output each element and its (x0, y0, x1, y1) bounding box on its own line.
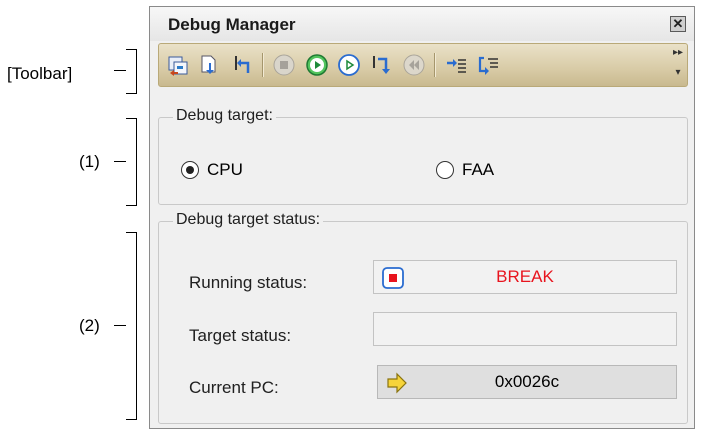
running-status-label: Running status: (189, 273, 308, 292)
section1-callout: (1) (79, 152, 100, 171)
toolbar-overflow-icon[interactable]: ▸▸ ▾ (673, 48, 683, 82)
radio-faa-label: FAA (462, 160, 495, 179)
toolbar: ▸▸ ▾ (158, 43, 688, 87)
trace-return-icon[interactable] (475, 52, 501, 78)
panel-title: Debug Manager (168, 15, 296, 34)
radio-faa-circle[interactable] (436, 161, 454, 179)
toolbar-bracket-tick (114, 70, 126, 71)
debug-status-title: Debug target status: (173, 211, 324, 229)
trace-icon[interactable] (443, 52, 469, 78)
step-in-icon[interactable] (197, 52, 223, 78)
target-status-label: Target status: (189, 326, 292, 345)
radio-cpu-circle[interactable] (181, 161, 199, 179)
radio-faa[interactable]: FAA (436, 160, 494, 180)
radio-selected-dot (186, 166, 194, 174)
current-pc-value: 0x0026c (494, 372, 560, 391)
section1-bracket-tick (114, 161, 126, 162)
toolbar-bracket (126, 49, 137, 94)
toolbar-separator (262, 53, 264, 77)
toolbar-callout: [Toolbar] (7, 64, 73, 83)
title-bar: Debug Manager ✕ (150, 7, 694, 41)
radio-cpu-label: CPU (207, 160, 243, 179)
target-status-field (373, 312, 677, 346)
running-status-field: BREAK (373, 260, 677, 294)
section2-callout: (2) (79, 316, 100, 335)
current-pc-label: Current PC: (189, 378, 279, 397)
radio-cpu[interactable]: CPU (181, 160, 243, 180)
debug-target-title: Debug target: (173, 107, 276, 125)
step-over-icon[interactable] (369, 52, 395, 78)
section2-bracket-tick (114, 325, 126, 326)
arrow-right-icon (387, 372, 407, 394)
debug-target-group: Debug target: CPU FAA (158, 107, 688, 205)
stop-icon[interactable] (271, 52, 297, 78)
debug-status-group: Debug target status: Running status: BRE… (158, 211, 688, 424)
return-out-icon[interactable] (229, 52, 255, 78)
current-pc-field: 0x0026c (377, 365, 677, 399)
section2-bracket (126, 232, 137, 420)
go-icon[interactable] (304, 52, 330, 78)
break-stop-icon (382, 267, 404, 289)
back-step-icon[interactable] (401, 52, 427, 78)
download-icon[interactable] (165, 52, 191, 78)
close-icon[interactable]: ✕ (670, 16, 686, 32)
section1-bracket (126, 118, 137, 206)
running-status-value: BREAK (496, 267, 554, 286)
debug-manager-panel: Debug Manager ✕ ▸▸ ▾ Debug target: CPU F… (149, 6, 695, 429)
toolbar-separator (434, 53, 436, 77)
run-icon[interactable] (336, 52, 362, 78)
